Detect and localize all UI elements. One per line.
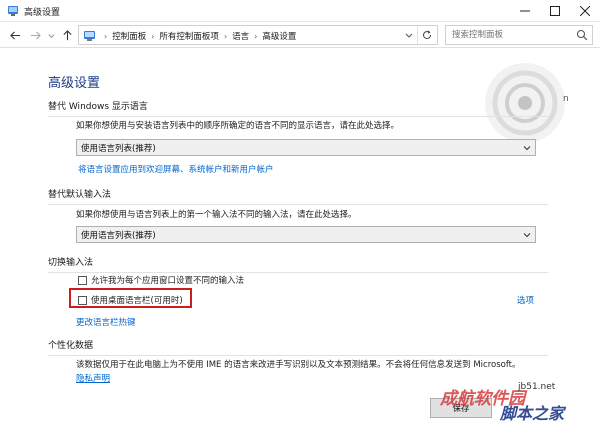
control-panel-app-icon (8, 6, 18, 16)
breadcrumb-separator-icon: › (151, 31, 155, 41)
input-method-section: 替代默认输入法 (48, 187, 548, 205)
display-language-select[interactable]: 使用语言列表(推荐) (76, 139, 536, 156)
arrow-up-icon (62, 29, 72, 40)
personalization-section: 个性化数据 (48, 338, 548, 356)
stray-character: n (563, 94, 569, 104)
input-method-heading: 替代默认输入法 (48, 187, 548, 205)
personalization-heading: 个性化数据 (48, 338, 548, 356)
desktop-language-bar-label: 使用桌面语言栏(可用时) (91, 296, 183, 306)
maximize-icon (550, 6, 560, 16)
refresh-icon (422, 30, 431, 40)
per-app-input-checkbox[interactable] (78, 275, 87, 285)
switching-heading: 切换输入法 (48, 255, 548, 273)
navigation-bar: › 控制面板 › 所有控制面板项 › 语言 › 高级设置 (0, 22, 600, 48)
personalization-description: 该数据仅用于在此电脑上为不使用 IME 的语言来改进手写识别以及文本预测结果。不… (76, 360, 521, 370)
forward-button[interactable] (28, 28, 42, 42)
search-box[interactable] (445, 25, 593, 45)
display-language-section: 替代 Windows 显示语言 (48, 99, 548, 117)
refresh-button[interactable] (417, 26, 435, 44)
breadcrumb-language[interactable]: 语言 (232, 30, 249, 42)
search-icon (576, 29, 588, 41)
chevron-down-icon (47, 33, 55, 38)
breadcrumb-separator-icon: › (223, 31, 228, 41)
close-button[interactable] (570, 0, 600, 22)
breadcrumb-separator-icon: › (104, 31, 108, 41)
title-bar: 高级设置 (0, 0, 600, 22)
options-link[interactable]: 选项 (517, 294, 534, 306)
breadcrumb-all-items[interactable]: 所有控制面板项 (159, 30, 219, 42)
up-button[interactable] (60, 28, 74, 42)
window-title: 高级设置 (24, 8, 61, 18)
address-dropdown-button[interactable] (403, 28, 415, 42)
display-language-select-value: 使用语言列表(推荐) (81, 144, 156, 154)
input-method-description: 如果你想使用与语言列表上的第一个输入法不同的输入法，请在此处选择。 (76, 210, 357, 220)
back-button[interactable] (8, 28, 22, 42)
privacy-statement-link[interactable]: 隐私声明 (76, 372, 110, 384)
input-method-select-value: 使用语言列表(推荐) (81, 231, 156, 241)
page-title: 高级设置 (48, 76, 101, 91)
watermark-site-name: 脚本之家 (500, 404, 565, 423)
switching-section: 切换输入法 (48, 255, 548, 273)
minimize-icon (520, 10, 530, 12)
desktop-language-bar-checkbox[interactable] (78, 295, 87, 305)
per-app-input-checkbox-row[interactable]: 允许我为每个应用窗口设置不同的输入法 (78, 274, 244, 286)
close-icon (580, 6, 590, 16)
breadcrumb: › 控制面板 › 所有控制面板项 › 语言 › 高级设置 (99, 30, 296, 43)
input-method-select[interactable]: 使用语言列表(推荐) (76, 226, 536, 243)
recent-locations-button[interactable] (44, 28, 58, 42)
apply-language-settings-link[interactable]: 将语言设置应用到欢迎屏幕、系统帐户和新用户帐户 (78, 163, 274, 175)
chevron-down-icon (523, 233, 531, 238)
maximize-button[interactable] (540, 0, 570, 22)
watermark-url: jb51.net (518, 382, 556, 392)
breadcrumb-advanced-settings[interactable]: 高级设置 (262, 30, 296, 42)
arrow-left-icon (9, 30, 20, 40)
settings-content: n 高级设置 替代 Windows 显示语言 如果你想使用与安装语言列表中的顺序… (0, 48, 600, 429)
display-language-description: 如果你想使用与安装语言列表中的顺序所确定的语言不同的显示语言，请在此处选择。 (76, 121, 400, 131)
address-bar[interactable]: › 控制面板 › 所有控制面板项 › 语言 › 高级设置 (78, 25, 438, 45)
display-language-heading: 替代 Windows 显示语言 (48, 99, 548, 117)
minimize-button[interactable] (510, 0, 540, 22)
change-language-bar-hotkeys-link[interactable]: 更改语言栏热键 (76, 316, 136, 328)
control-panel-icon (84, 31, 95, 41)
search-input[interactable] (446, 26, 574, 44)
per-app-input-label: 允许我为每个应用窗口设置不同的输入法 (91, 276, 245, 286)
breadcrumb-control-panel[interactable]: 控制面板 (112, 30, 146, 42)
breadcrumb-separator-icon: › (254, 31, 258, 41)
chevron-down-icon (523, 146, 531, 151)
arrow-right-icon (30, 30, 41, 40)
desktop-language-bar-checkbox-row[interactable]: 使用桌面语言栏(可用时) (78, 294, 183, 306)
chevron-down-icon (405, 33, 413, 38)
